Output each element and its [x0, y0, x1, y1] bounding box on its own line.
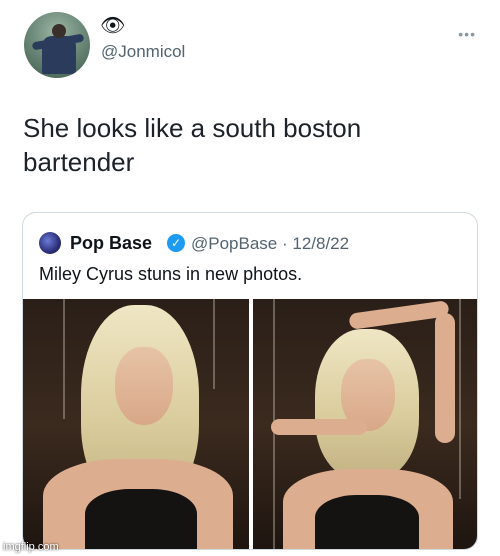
avatar-figure-head: [52, 24, 66, 38]
eye-emoji-icon: 👁: [100, 15, 126, 37]
background-decoration: [213, 299, 215, 389]
quoted-tweet-card[interactable]: Pop Base ✓ @PopBase · 12/8/22 Miley Cyru…: [22, 212, 478, 550]
quoted-photo-right[interactable]: [253, 299, 477, 549]
photo-forearm: [271, 419, 367, 435]
tweet-handle[interactable]: @Jonmicol: [101, 42, 185, 62]
photo-upper-arm: [435, 313, 455, 443]
photo-top: [315, 495, 419, 549]
quoted-handle-date: @PopBase · 12/8/22: [191, 234, 350, 253]
photo-face: [115, 347, 173, 425]
watermark: imgflip.com: [3, 541, 59, 553]
tweet-avatar[interactable]: [24, 12, 90, 78]
more-options-icon[interactable]: •••: [458, 26, 476, 42]
quoted-avatar[interactable]: [39, 232, 61, 254]
quoted-text: Miley Cyrus stuns in new photos.: [39, 264, 303, 284]
tweet-text: She looks like a south boston bartender: [23, 113, 362, 177]
photo-top: [85, 489, 197, 549]
quoted-photo-left[interactable]: [23, 299, 249, 549]
verified-badge-icon: ✓: [167, 234, 185, 252]
background-decoration: [63, 299, 65, 419]
quoted-display-name[interactable]: Pop Base: [70, 233, 152, 254]
background-decoration: [459, 299, 461, 499]
avatar-figure-body: [42, 36, 76, 74]
